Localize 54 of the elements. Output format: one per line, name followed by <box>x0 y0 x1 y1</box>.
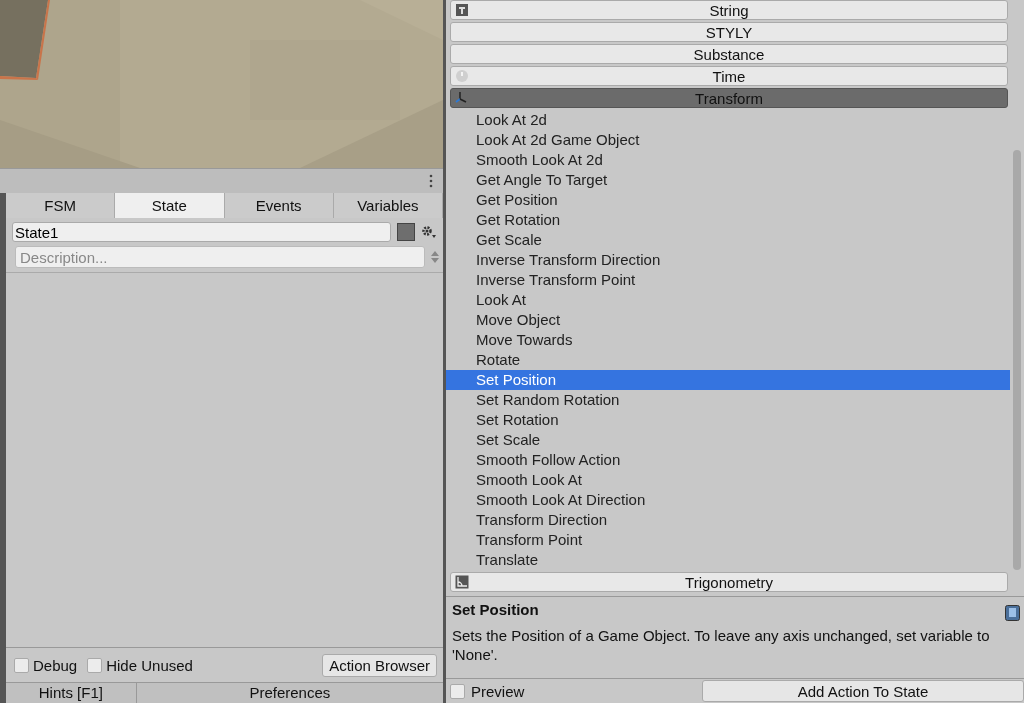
action-item[interactable]: Look At <box>446 290 1010 310</box>
action-item[interactable]: Set Scale <box>446 430 1010 450</box>
settings-icon[interactable] <box>421 225 437 239</box>
action-item[interactable]: Smooth Look At 2d <box>446 150 1010 170</box>
checkbox[interactable] <box>87 657 103 673</box>
state-name-field[interactable]: State1 <box>12 222 391 242</box>
action-item[interactable]: Smooth Look At Direction <box>446 490 1010 510</box>
action-item[interactable]: Transform Point <box>446 530 1010 550</box>
category-header[interactable]: Trigonometry <box>450 572 1008 592</box>
action-item[interactable]: Smooth Look At <box>446 470 1010 490</box>
action-item[interactable]: Translate <box>446 550 1010 570</box>
scrollbar-thumb[interactable] <box>1013 150 1021 570</box>
action-item[interactable]: Inverse Transform Direction <box>446 250 1010 270</box>
clock-icon <box>455 69 469 83</box>
action-item[interactable]: Get Angle To Target <box>446 170 1010 190</box>
help-icon[interactable] <box>1005 605 1020 621</box>
axes-icon <box>455 91 469 105</box>
help-description: Sets the Position of a Game Object. To leave any axis unchanged, set variable to 'None'. <box>452 626 991 664</box>
tab[interactable]: Hints [F1] <box>6 683 137 703</box>
description-field[interactable]: Description... <box>15 246 425 268</box>
more-options-icon[interactable] <box>429 174 433 188</box>
action-item[interactable]: Look At 2d <box>446 110 1010 130</box>
checkbox[interactable] <box>14 657 29 673</box>
action-item[interactable]: Move Object <box>446 310 1010 330</box>
tab[interactable]: Preferences <box>136 683 443 703</box>
action-item[interactable]: Get Scale <box>446 230 1010 250</box>
color-swatch[interactable] <box>397 223 415 241</box>
action-browser-button[interactable]: Action Browser <box>322 653 437 677</box>
category-header[interactable]: STYLY <box>450 22 1008 42</box>
checkbox-label: Preview <box>471 682 525 700</box>
action-item[interactable]: Move Towards <box>446 330 1010 350</box>
action-item[interactable]: Look At 2d Game Object <box>446 130 1010 150</box>
action-item[interactable]: Set Rotation <box>446 410 1010 430</box>
action-item[interactable]: Set Random Rotation <box>446 390 1010 410</box>
action-item[interactable]: Get Position <box>446 190 1010 210</box>
action-item[interactable]: Get Rotation <box>446 210 1010 230</box>
checkbox-label: Debug <box>33 656 78 674</box>
checkbox-label: Hide Unused <box>106 656 193 674</box>
action-item[interactable]: Set Position <box>446 370 1010 390</box>
checkbox[interactable] <box>450 683 465 699</box>
action-item[interactable]: Transform Direction <box>446 510 1010 530</box>
tab[interactable]: State <box>115 193 225 218</box>
category-header[interactable]: Transform <box>450 88 1008 108</box>
category-header[interactable]: Substance <box>450 44 1008 64</box>
action-item[interactable]: Rotate <box>446 350 1010 370</box>
action-item[interactable]: Inverse Transform Point <box>446 270 1010 290</box>
category-header[interactable]: String <box>450 0 1008 20</box>
angle-icon <box>455 575 469 589</box>
text-icon <box>455 3 469 17</box>
resize-icon[interactable] <box>429 249 441 265</box>
category-header[interactable]: Time <box>450 66 1008 86</box>
action-item[interactable]: Smooth Follow Action <box>446 450 1010 470</box>
add-action-button[interactable]: Add Action To State <box>702 680 1024 702</box>
help-title: Set Position <box>452 601 539 618</box>
